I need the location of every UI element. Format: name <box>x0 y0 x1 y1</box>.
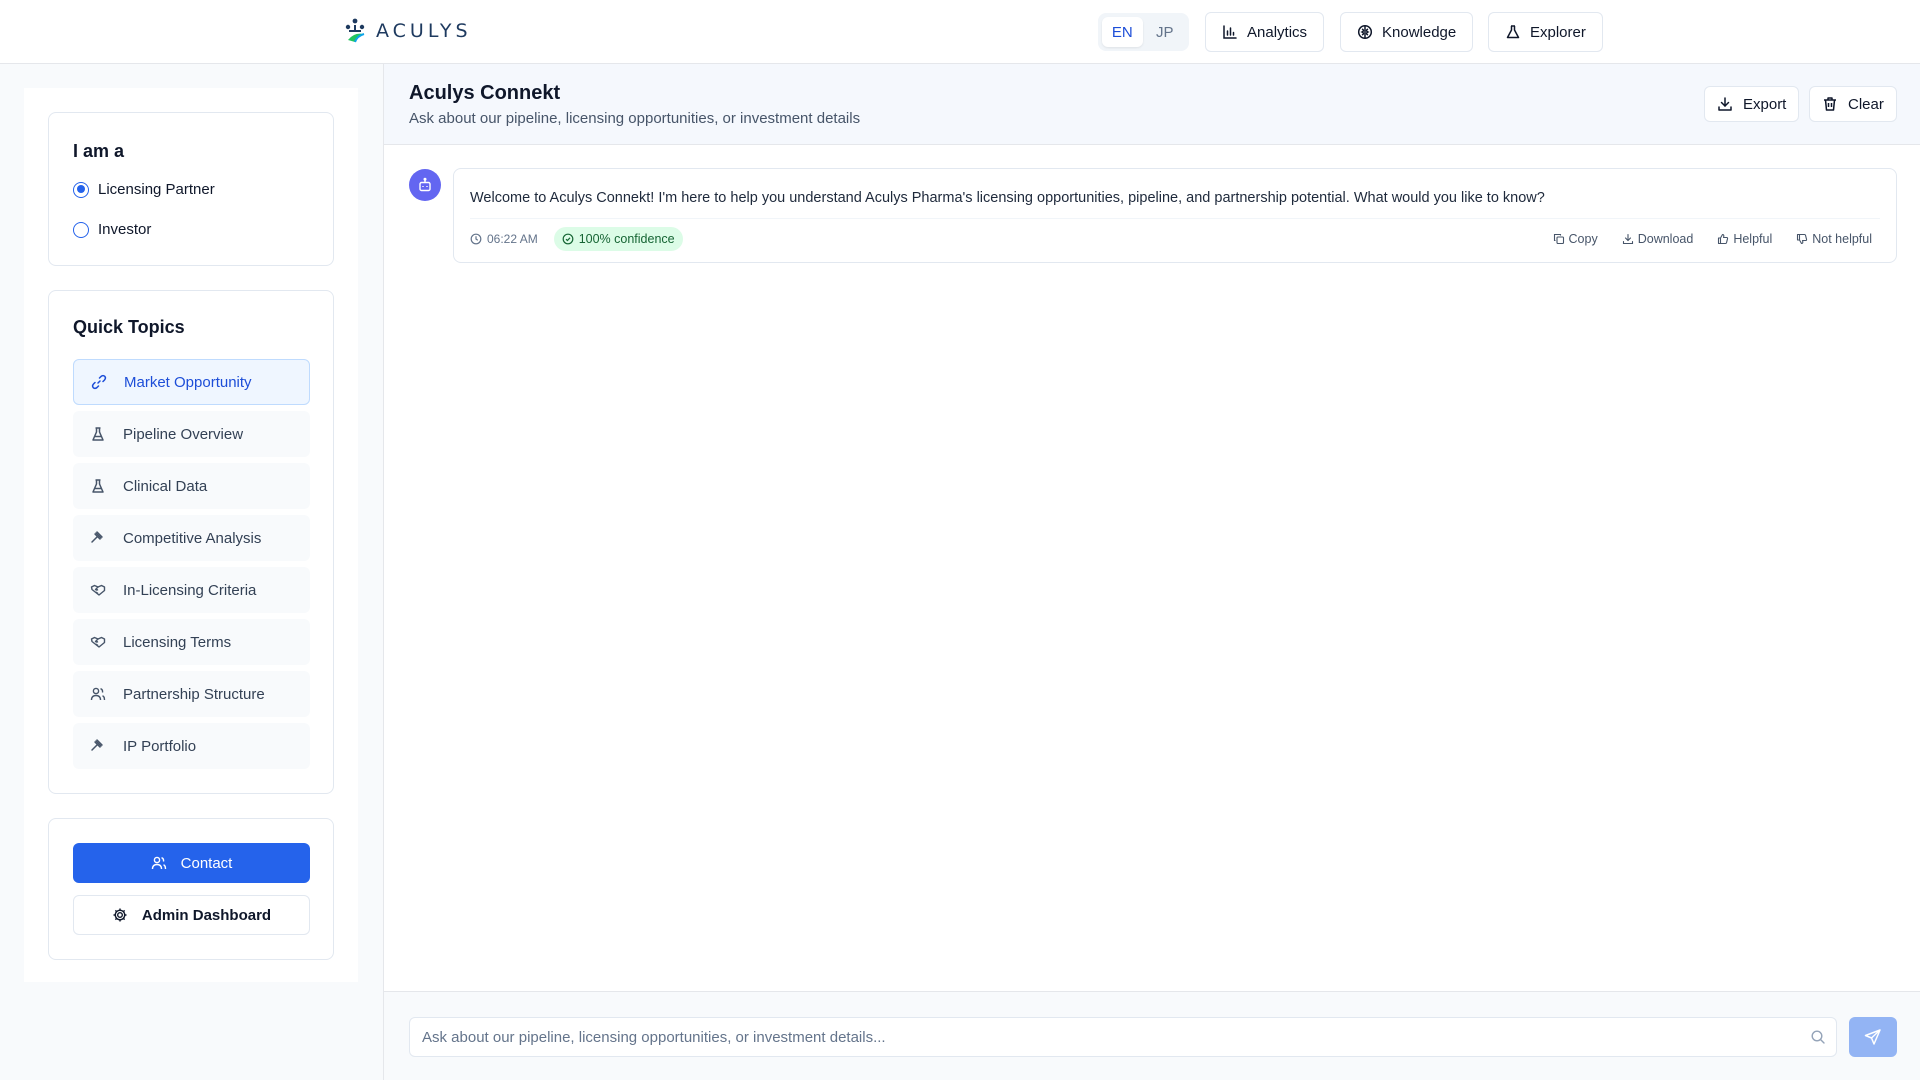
topic-label: Partnership Structure <box>123 685 265 703</box>
check-circle-icon <box>562 233 574 245</box>
gavel-icon <box>89 737 107 755</box>
users-icon <box>151 856 166 870</box>
quick-topics-card: Quick Topics Market Opportunity Pipeline… <box>48 290 334 794</box>
logo-text: ACULYS <box>376 20 472 42</box>
bar-chart-icon <box>1223 25 1237 39</box>
flask-icon <box>1506 25 1520 39</box>
role-investor-option[interactable]: Investor <box>73 221 151 238</box>
topic-competitive-analysis[interactable]: Competitive Analysis <box>73 515 310 561</box>
thumbs-up-icon <box>1718 233 1729 245</box>
confidence-badge: 100% confidence <box>553 227 683 251</box>
topic-ip-portfolio[interactable]: IP Portfolio <box>73 723 310 769</box>
role-card: I am a Licensing Partner Investor <box>48 112 334 266</box>
copy-button[interactable]: Copy <box>1553 232 1598 246</box>
download-label: Download <box>1637 232 1694 246</box>
send-button[interactable] <box>1849 1017 1897 1057</box>
clear-button[interactable]: Clear <box>1809 86 1897 122</box>
radio-investor[interactable] <box>73 221 89 238</box>
admin-dashboard-button[interactable]: Admin Dashboard <box>73 895 310 935</box>
topic-label: Pipeline Overview <box>123 425 244 443</box>
topic-pipeline-overview[interactable]: Pipeline Overview <box>73 411 310 457</box>
topic-partnership-structure[interactable]: Partnership Structure <box>73 671 310 717</box>
radio-licensing-partner[interactable] <box>73 181 89 198</box>
sidebar: I am a Licensing Partner Investor Quick … <box>24 88 358 982</box>
topic-market-opportunity[interactable]: Market Opportunity <box>73 359 310 405</box>
gear-icon <box>113 908 127 922</box>
topic-label: Market Opportunity <box>124 373 252 391</box>
helpful-button[interactable]: Helpful <box>1717 232 1772 246</box>
topic-licensing-terms[interactable]: Licensing Terms <box>73 619 310 665</box>
topic-label: Competitive Analysis <box>123 529 262 547</box>
top-header: ACULYS EN JP Analytics Knowledge Explore… <box>0 0 1920 64</box>
brain-icon <box>1357 24 1373 40</box>
explorer-button[interactable]: Explorer <box>1488 12 1603 52</box>
bot-icon <box>419 177 431 192</box>
role-title: I am a <box>73 141 125 161</box>
not-helpful-label: Not helpful <box>1812 232 1872 246</box>
role-investor-label: Investor <box>98 221 152 238</box>
users-icon <box>89 685 107 703</box>
logo-mark-icon <box>345 18 365 43</box>
link-icon <box>90 373 108 391</box>
role-licensing-partner-option[interactable]: Licensing Partner <box>73 181 215 198</box>
message-actions: Copy Download Helpful Not helpful <box>1553 232 1872 246</box>
send-icon <box>1864 1029 1881 1045</box>
handshake-icon <box>89 581 107 599</box>
knowledge-label: Knowledge <box>1382 23 1457 41</box>
actions-card: Contact Admin Dashboard <box>48 818 334 960</box>
chat-input-wrapper <box>409 1017 1837 1057</box>
analytics-button[interactable]: Analytics <box>1205 12 1325 52</box>
flask-icon <box>89 425 107 443</box>
chat-input[interactable] <box>410 1018 1836 1056</box>
copy-label: Copy <box>1568 232 1598 246</box>
chat-panel: Aculys Connekt Ask about our pipeline, l… <box>383 64 1920 1080</box>
topic-in-licensing-criteria[interactable]: In-Licensing Criteria <box>73 567 310 613</box>
topic-clinical-data[interactable]: Clinical Data <box>73 463 310 509</box>
topic-label: Clinical Data <box>123 477 208 495</box>
copy-icon <box>1553 233 1564 245</box>
message-text: Welcome to Aculys Connekt! I'm here to h… <box>470 190 1545 206</box>
language-jp-button[interactable]: JP <box>1145 17 1186 47</box>
contact-label: Contact <box>180 854 233 872</box>
language-en-button[interactable]: EN <box>1102 17 1143 47</box>
search-icon <box>1811 1030 1825 1044</box>
export-button[interactable]: Export <box>1704 86 1800 122</box>
download-icon <box>1718 97 1732 111</box>
message-timestamp: 06:22 AM <box>470 232 538 246</box>
download-icon <box>1622 233 1633 245</box>
aculys-logo[interactable]: ACULYS <box>344 18 472 44</box>
handshake-icon <box>89 633 107 651</box>
quick-topics-title: Quick Topics <box>73 317 185 337</box>
message-divider <box>470 218 1880 219</box>
topic-label: IP Portfolio <box>123 737 197 755</box>
contact-button[interactable]: Contact <box>73 843 310 883</box>
language-toggle: EN JP <box>1098 13 1189 51</box>
trash-icon <box>1824 97 1836 111</box>
flask-icon <box>89 477 107 495</box>
chat-header: Aculys Connekt Ask about our pipeline, l… <box>384 64 1920 145</box>
download-button[interactable]: Download <box>1622 232 1694 246</box>
timestamp-text: 06:22 AM <box>487 232 538 246</box>
clock-icon <box>470 233 482 245</box>
chat-subtitle: Ask about our pipeline, licensing opport… <box>409 110 861 127</box>
clear-label: Clear <box>1848 95 1884 113</box>
topic-label: Licensing Terms <box>123 633 232 651</box>
explorer-label: Explorer <box>1530 23 1586 41</box>
role-licensing-partner-label: Licensing Partner <box>98 181 215 198</box>
bot-avatar <box>409 169 441 201</box>
chat-input-bar <box>384 991 1920 1080</box>
not-helpful-button[interactable]: Not helpful <box>1796 232 1872 246</box>
message-meta: 06:22 AM 100% confidence <box>470 227 683 251</box>
assistant-message: Welcome to Aculys Connekt! I'm here to h… <box>453 168 1897 263</box>
analytics-label: Analytics <box>1247 23 1308 41</box>
thumbs-down-icon <box>1797 233 1808 245</box>
confidence-text: 100% confidence <box>578 232 675 246</box>
export-label: Export <box>1743 95 1787 113</box>
admin-dashboard-label: Admin Dashboard <box>141 906 272 924</box>
knowledge-button[interactable]: Knowledge <box>1340 12 1474 52</box>
helpful-label: Helpful <box>1733 232 1773 246</box>
topic-label: In-Licensing Criteria <box>123 581 257 599</box>
chat-title: Aculys Connekt <box>409 82 561 104</box>
gavel-icon <box>89 529 107 547</box>
